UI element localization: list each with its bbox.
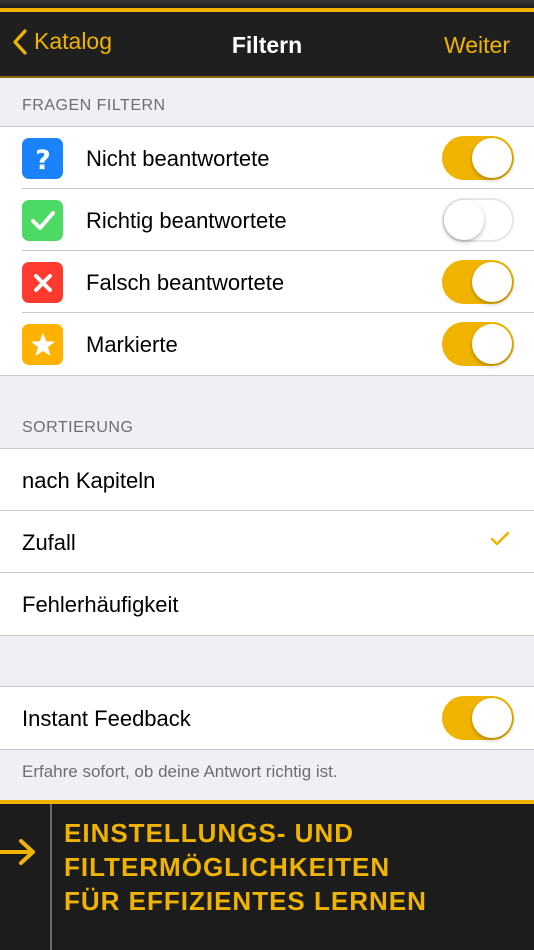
filter-label: Markierte [86, 332, 178, 357]
banner-divider [50, 804, 52, 950]
filter-label: Falsch beantwortete [86, 270, 285, 295]
navigation-bar: Katalog Filtern Weiter [0, 12, 534, 78]
filter-label: Nicht beantwortete [86, 146, 270, 171]
checkmark-icon [22, 200, 63, 241]
sort-group: nach Kapiteln Zufall Fehlerhäufigkeit [0, 448, 534, 636]
feedback-description: Erfahre sofort, ob deine Antwort richtig… [22, 762, 338, 781]
sort-option-label: Zufall [22, 530, 76, 555]
sort-option-random[interactable]: Zufall [0, 511, 534, 573]
feedback-label: Instant Feedback [22, 706, 191, 731]
arrow-right-icon [0, 839, 35, 865]
banner-line-1: EINSTELLUNGS- UND [64, 818, 354, 848]
filter-row-correct[interactable]: Richtig beantwortete [0, 189, 534, 251]
toggle-knob [444, 200, 484, 240]
x-mark-icon [22, 262, 63, 303]
toggle-feedback[interactable] [442, 696, 514, 740]
toggle-knob [472, 324, 512, 364]
filter-label: Richtig beantwortete [86, 208, 287, 233]
banner-accent-line [0, 800, 534, 804]
toggle-marked[interactable] [442, 322, 514, 366]
banner-line-2: FILTERMÖGLICHKEITEN [64, 852, 391, 882]
toggle-wrong[interactable] [442, 260, 514, 304]
top-strip [0, 0, 534, 8]
filter-row-unanswered[interactable]: ? Nicht beantwortete [0, 127, 534, 189]
sort-section-header: SORTIERUNG [22, 419, 134, 436]
toggle-knob [472, 138, 512, 178]
filter-row-marked[interactable]: Markierte [0, 313, 534, 375]
banner-text: EINSTELLUNGS- UND FILTERMÖGLICHKEITEN FÜ… [64, 816, 427, 918]
toggle-knob [472, 698, 512, 738]
filter-section-header: FRAGEN FILTERN [22, 97, 166, 114]
sort-option-chapters[interactable]: nach Kapiteln [0, 449, 534, 511]
next-button[interactable]: Weiter [444, 32, 510, 59]
sort-option-errors[interactable]: Fehlerhäufigkeit [0, 573, 534, 635]
sort-option-label: Fehlerhäufigkeit [22, 592, 179, 617]
checkmark-icon [490, 531, 510, 546]
banner-line-3: FÜR EFFIZIENTES LERNEN [64, 886, 427, 916]
feedback-group: Instant Feedback [0, 686, 534, 750]
toggle-knob [472, 262, 512, 302]
star-icon [22, 324, 63, 365]
filter-group: ? Nicht beantwortete Richtig beantwortet… [0, 126, 534, 376]
question-mark-icon: ? [22, 138, 63, 179]
toggle-unanswered[interactable] [442, 136, 514, 180]
filter-row-wrong[interactable]: Falsch beantwortete [0, 251, 534, 313]
sort-option-label: nach Kapiteln [22, 468, 156, 493]
toggle-correct[interactable] [442, 198, 514, 242]
feedback-row[interactable]: Instant Feedback [0, 687, 534, 749]
svg-text:?: ? [35, 145, 51, 173]
